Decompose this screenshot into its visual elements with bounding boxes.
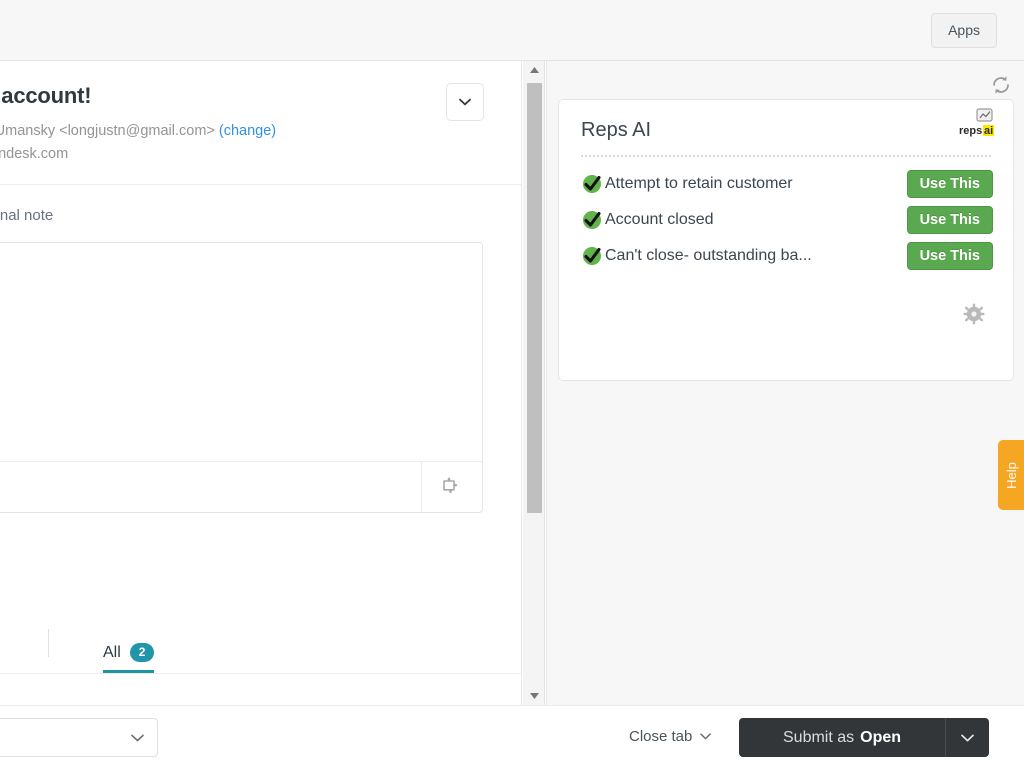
submit-button-group[interactable]: Submit as Open bbox=[739, 718, 990, 757]
chevron-down-icon bbox=[961, 734, 974, 742]
bottom-action-bar: Close tab Submit as Open bbox=[0, 705, 1024, 768]
suggestion-text: Can't close- outstanding ba... bbox=[605, 247, 812, 264]
ticket-subject: se my account! bbox=[0, 83, 92, 108]
macro-select[interactable] bbox=[0, 718, 158, 757]
composer-editor-shell bbox=[0, 242, 483, 514]
suggestion-text: Attempt to retain customer bbox=[605, 175, 793, 192]
composer-toolbar bbox=[0, 461, 482, 513]
help-tab-button[interactable]: Help bbox=[998, 440, 1024, 510]
tab-all-label: All bbox=[103, 643, 121, 661]
help-tab-label: Help bbox=[1003, 461, 1019, 489]
composer-channel-label[interactable]: nternal note bbox=[0, 185, 483, 242]
chevron-down-icon bbox=[131, 734, 144, 742]
submit-button[interactable]: Submit as Open bbox=[739, 718, 945, 757]
apps-puzzle-icon bbox=[441, 477, 463, 497]
composer-apps-button[interactable] bbox=[421, 462, 482, 513]
apps-button[interactable]: Apps bbox=[931, 13, 997, 48]
ticket-requester: Mike Umansky <longjustn@gmail.com> (chan… bbox=[0, 120, 503, 166]
reps-ai-card: Reps AI reps ai Attempt to retain custom… bbox=[558, 99, 1014, 381]
suggestion-label-group: Account closed bbox=[581, 209, 714, 231]
ticket-header: se my account! Mike Umansky <longjustn@g… bbox=[0, 61, 521, 184]
composer-textarea[interactable] bbox=[0, 243, 482, 461]
submit-dropdown-button[interactable] bbox=[945, 718, 989, 757]
close-tab-button[interactable]: Close tab bbox=[629, 728, 712, 745]
suggestion-text: Account closed bbox=[605, 211, 714, 228]
conversation-tabs: All 2 bbox=[0, 613, 521, 674]
requester-name-email: Mike Umansky <longjustn@gmail.com> bbox=[0, 123, 215, 139]
use-this-button[interactable]: Use This bbox=[906, 170, 993, 198]
chevron-down-icon bbox=[700, 733, 712, 740]
reps-ai-separator bbox=[581, 155, 991, 157]
use-this-button[interactable]: Use This bbox=[906, 242, 993, 270]
tabs-divider bbox=[48, 629, 49, 657]
refresh-icon[interactable] bbox=[990, 74, 1012, 96]
reps-ai-card-header: Reps AI reps ai bbox=[559, 100, 1013, 142]
close-tab-label: Close tab bbox=[629, 728, 693, 745]
ticket-pane: se my account! Mike Umansky <longjustn@g… bbox=[0, 61, 522, 705]
app-root: Apps se my account! Mike Umansky <longju… bbox=[0, 0, 1024, 768]
tab-all-badge: 2 bbox=[129, 643, 155, 662]
chevron-down-icon bbox=[459, 98, 471, 106]
use-this-button[interactable]: Use This bbox=[906, 206, 993, 234]
list-item: Account closed Use This bbox=[581, 206, 993, 234]
list-item: Attempt to retain customer Use This bbox=[581, 170, 993, 198]
apps-sidebar: Reps AI reps ai Attempt to retain custom… bbox=[546, 61, 1024, 705]
top-bar: Apps bbox=[0, 0, 1024, 61]
ticket-domain: ikereps.zendesk.com bbox=[0, 146, 69, 163]
list-item: Can't close- outstanding ba... Use This bbox=[581, 242, 993, 270]
green-check-icon bbox=[581, 173, 603, 195]
composer: nternal note bbox=[0, 185, 521, 514]
tab-all[interactable]: All 2 bbox=[103, 643, 155, 673]
reps-ai-logo-icon: reps ai bbox=[957, 108, 999, 144]
collapse-ticket-button[interactable] bbox=[446, 83, 484, 121]
suggestion-label-group: Attempt to retain customer bbox=[581, 173, 793, 195]
green-check-icon bbox=[581, 209, 603, 231]
ticket-scrollbar[interactable] bbox=[523, 61, 545, 705]
suggestion-label-group: Can't close- outstanding ba... bbox=[581, 245, 812, 267]
scroll-up-arrow-icon[interactable] bbox=[523, 61, 545, 79]
submit-prefix-label: Submit as bbox=[783, 728, 855, 746]
reps-ai-title: Reps AI bbox=[581, 119, 652, 141]
reps-ai-suggestion-list: Attempt to retain customer Use This Acco… bbox=[559, 157, 1013, 270]
scroll-down-arrow-icon[interactable] bbox=[523, 687, 545, 705]
gear-icon[interactable] bbox=[963, 303, 985, 325]
submit-status-label: Open bbox=[860, 728, 902, 746]
change-requester-link[interactable]: (change) bbox=[219, 123, 276, 139]
svg-text:reps: reps bbox=[959, 125, 982, 137]
green-check-icon bbox=[581, 245, 603, 267]
scrollbar-thumb[interactable] bbox=[527, 83, 542, 513]
svg-text:ai: ai bbox=[984, 125, 993, 137]
